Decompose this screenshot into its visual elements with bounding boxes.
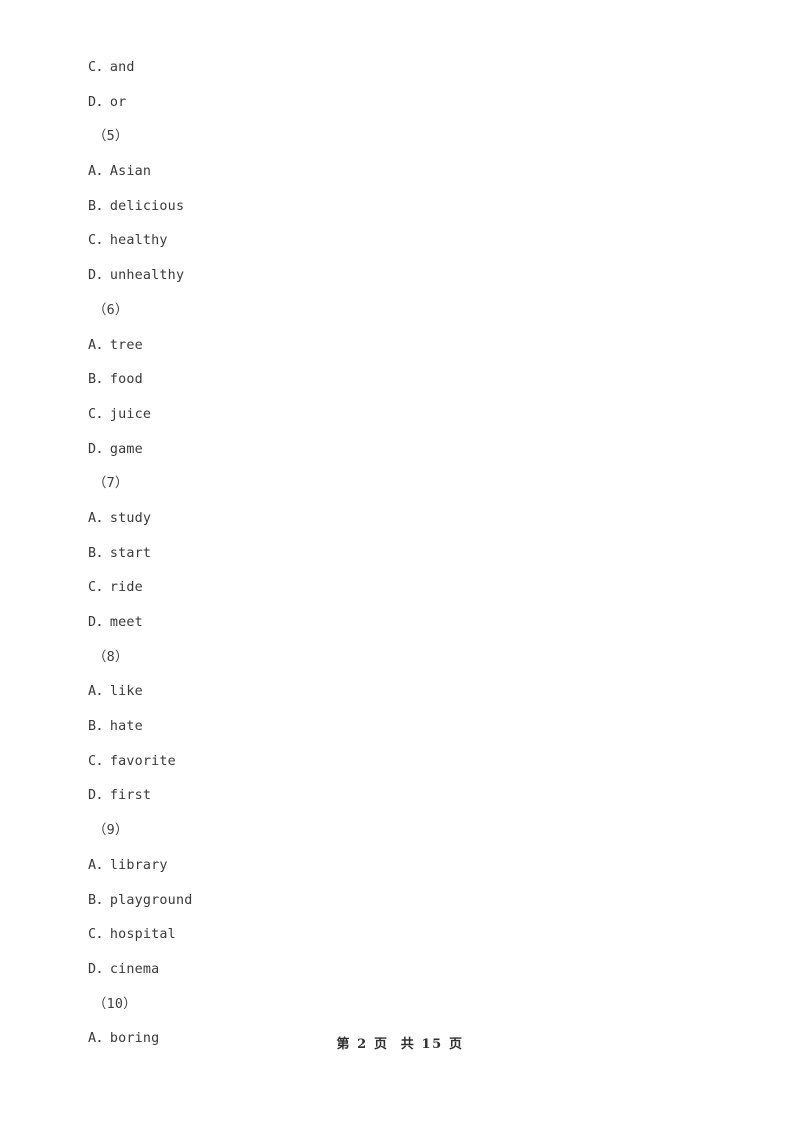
page-footer: 第 2 页 共 15 页: [0, 1033, 800, 1052]
answer-option: B．hate: [88, 719, 143, 735]
question-number: （5）: [93, 129, 129, 145]
answer-option: D．or: [88, 94, 127, 110]
answer-option: C．ride: [88, 580, 143, 596]
answer-option: A．study: [88, 510, 152, 526]
question-number: （10）: [93, 996, 137, 1012]
answer-option: D．cinema: [88, 961, 160, 977]
answer-option: D．unhealthy: [88, 268, 185, 284]
question-number: （8）: [93, 649, 129, 665]
answer-option: B．delicious: [88, 198, 185, 214]
question-number: （7）: [93, 476, 129, 492]
answer-option: B．start: [88, 545, 152, 561]
question-number: （9）: [93, 823, 129, 839]
answer-option: D．game: [88, 441, 143, 457]
document-page: C．and D．or （5） A．Asian B．delicious C．healthy D…: [0, 0, 800, 1132]
question-number: （6）: [93, 302, 129, 318]
answer-option: A．library: [88, 857, 168, 873]
answer-option: C．healthy: [88, 233, 168, 249]
answer-option: A．Asian: [88, 164, 152, 180]
answer-option: B．food: [88, 372, 143, 388]
question-options-list: C．and D．or （5） A．Asian B．delicious C．healthy D…: [88, 51, 708, 1057]
answer-option: C．juice: [88, 406, 152, 422]
answer-option: A．like: [88, 684, 143, 700]
answer-option: C．hospital: [88, 927, 176, 943]
answer-option: D．first: [88, 788, 152, 804]
answer-option: A．tree: [88, 337, 143, 353]
page-number-text: 第 2 页 共 15 页: [336, 1037, 464, 1052]
answer-option: B．playground: [88, 892, 193, 908]
answer-option: C．favorite: [88, 753, 176, 769]
answer-option: C．and: [88, 60, 135, 75]
answer-option: D．meet: [88, 615, 143, 630]
